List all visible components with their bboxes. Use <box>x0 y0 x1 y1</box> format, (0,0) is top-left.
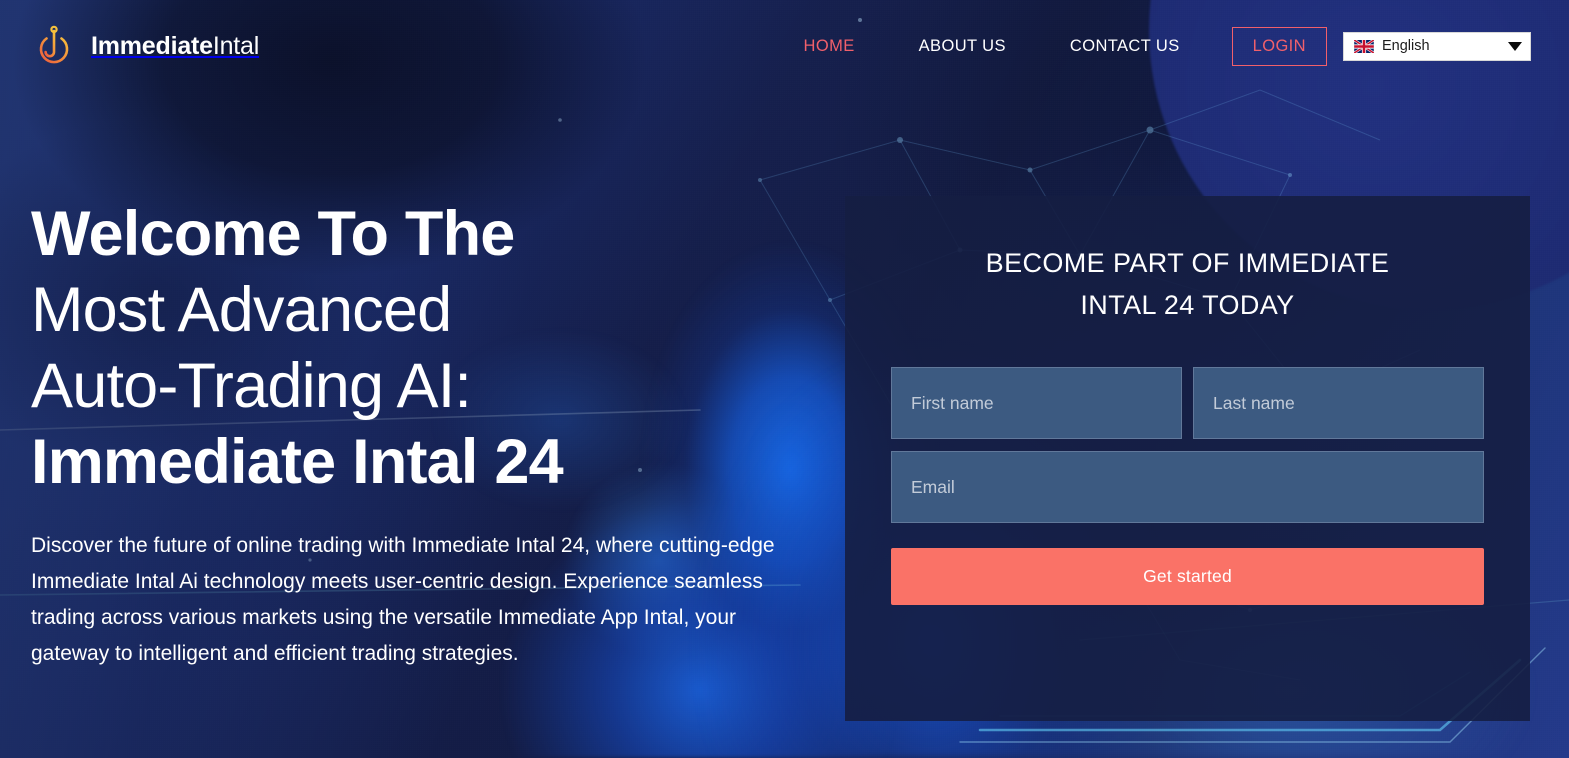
hero-copy: Welcome To The Most Advanced Auto-Tradin… <box>31 196 831 672</box>
signup-form: First name Last name Email Get started <box>891 367 1484 605</box>
brand-name: ImmediateIntal <box>91 32 259 61</box>
get-started-button[interactable]: Get started <box>891 548 1484 605</box>
signup-card: BECOME PART OF IMMEDIATE INTAL 24 TODAY … <box>845 196 1530 721</box>
language-selector[interactable]: English <box>1343 31 1531 61</box>
hero-title-line-4: Immediate Intal 24 <box>31 427 564 497</box>
email-input[interactable]: Email <box>891 451 1484 523</box>
language-selected-label: English <box>1382 38 1430 54</box>
signup-card-title-line-1: BECOME PART OF IMMEDIATE <box>985 248 1390 278</box>
signup-card-title: BECOME PART OF IMMEDIATE INTAL 24 TODAY <box>891 242 1484 326</box>
brand-name-light: Intal <box>212 31 260 60</box>
chevron-down-icon <box>1508 41 1522 51</box>
brand-name-bold: Immediate <box>91 31 213 60</box>
nav-item-contact-us[interactable]: CONTACT US <box>1038 29 1212 64</box>
signup-name-row: First name Last name <box>891 367 1484 439</box>
hero-title-line-2: Most Advanced <box>31 275 452 345</box>
brand-logo-link[interactable]: ImmediateIntal <box>30 22 259 70</box>
first-name-input[interactable]: First name <box>891 367 1182 439</box>
signup-card-title-line-2: INTAL 24 TODAY <box>1080 290 1295 320</box>
hero-title: Welcome To The Most Advanced Auto-Tradin… <box>31 196 831 500</box>
power-hook-logo-icon <box>39 25 69 64</box>
site-header: ImmediateIntal HOME ABOUT US CONTACT US … <box>0 0 1569 92</box>
last-name-input[interactable]: Last name <box>1193 367 1484 439</box>
hero-title-line-1: Welcome To The <box>31 199 515 269</box>
hero-title-line-3: Auto-Trading AI: <box>31 351 472 421</box>
nav-item-home[interactable]: HOME <box>772 29 887 64</box>
hero-paragraph: Discover the future of online trading wi… <box>31 534 775 665</box>
nav-item-about-us[interactable]: ABOUT US <box>887 29 1038 64</box>
login-button[interactable]: LOGIN <box>1231 26 1327 66</box>
uk-flag-icon <box>1354 39 1374 53</box>
main-navigation: HOME ABOUT US CONTACT US LOGIN English <box>772 26 1531 66</box>
